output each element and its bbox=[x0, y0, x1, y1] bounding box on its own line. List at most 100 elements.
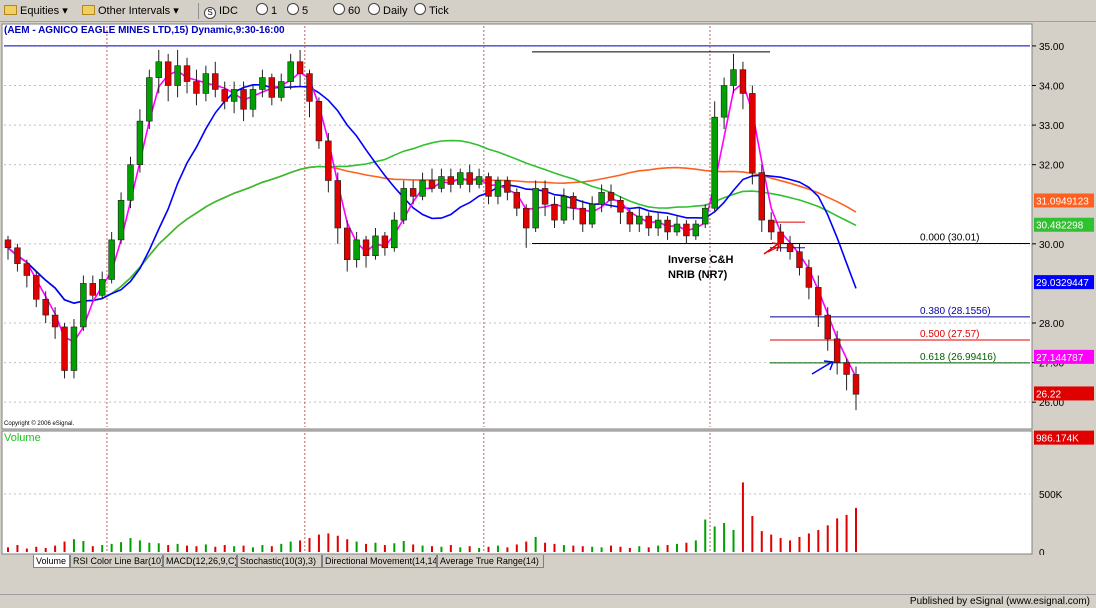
volume-bar bbox=[402, 540, 405, 552]
candle-body bbox=[70, 326, 78, 371]
volume-bar bbox=[299, 540, 302, 552]
candle-body bbox=[400, 188, 407, 221]
volume-bar bbox=[487, 546, 490, 552]
tab-average-true-range[interactable]: Average True Range(14) bbox=[437, 555, 544, 568]
candle-body bbox=[391, 219, 398, 249]
candle-body bbox=[730, 69, 737, 86]
other-intervals-menu[interactable]: Other Intervals ▾ bbox=[82, 3, 179, 19]
candle-body bbox=[362, 239, 370, 257]
volume-bar bbox=[195, 546, 198, 552]
toolbar-separator bbox=[198, 3, 199, 19]
s-icon: S bbox=[204, 7, 216, 19]
candle-body bbox=[325, 140, 332, 181]
candle-body bbox=[306, 73, 313, 102]
volume-bar bbox=[204, 544, 207, 552]
volume-bar bbox=[167, 545, 170, 552]
volume-bar bbox=[741, 482, 744, 552]
candle-body bbox=[485, 176, 492, 197]
interval-1-button[interactable]: 1 bbox=[256, 3, 277, 19]
candle-body bbox=[212, 73, 219, 90]
volume-bar bbox=[628, 547, 631, 552]
volume-bar bbox=[280, 543, 283, 552]
status-bar: Published by eSignal (www.esignal.com) bbox=[0, 594, 1096, 608]
tab-directional-movement[interactable]: Directional Movement(14,14) bbox=[322, 555, 437, 568]
candle-body bbox=[824, 314, 831, 340]
chart-area[interactable]: 0.000 (30.01) 0.380 (28.1556) 0.500 (27.57… bbox=[0, 22, 1096, 555]
indicator-tabs: Volume RSI Color Line Bar(10) MACD(12,26… bbox=[0, 555, 1096, 568]
candle-body bbox=[636, 215, 643, 225]
candle-body bbox=[249, 89, 257, 110]
candle-body bbox=[334, 180, 341, 229]
candle-body bbox=[42, 298, 49, 316]
candle-body bbox=[852, 374, 860, 395]
price-panel bbox=[1, 23, 1033, 430]
volume-bar bbox=[214, 546, 217, 552]
volume-bar bbox=[478, 547, 481, 552]
tab-rsi[interactable]: RSI Color Line Bar(10) bbox=[70, 555, 163, 568]
volume-bar bbox=[723, 523, 726, 552]
pattern-annotation: Inverse C&H bbox=[668, 254, 733, 266]
equities-menu[interactable]: Equities ▾ bbox=[4, 3, 68, 19]
volume-bar bbox=[82, 540, 85, 552]
candle-body bbox=[749, 93, 756, 173]
candle-body bbox=[61, 326, 68, 371]
candle-body bbox=[117, 199, 125, 241]
volume-bar bbox=[496, 545, 499, 552]
interval-tick-button[interactable]: Tick bbox=[414, 3, 449, 19]
toolbar: Equities ▾ Other Intervals ▾ S IDC 1 5 60… bbox=[0, 0, 1096, 22]
candle-body bbox=[193, 81, 200, 94]
price-badge-text: 29.0329447 bbox=[1036, 278, 1089, 289]
volume-bar bbox=[657, 545, 660, 552]
tab-macd[interactable]: MACD(12,26,9,C) bbox=[163, 555, 237, 568]
tab-stochastic[interactable]: Stochastic(10(3),3) bbox=[237, 555, 322, 568]
volume-bar bbox=[308, 538, 311, 552]
volume-bar bbox=[704, 519, 707, 552]
candle-body bbox=[541, 188, 549, 205]
candle-body bbox=[654, 219, 662, 229]
candle-body bbox=[287, 61, 294, 82]
candle-body bbox=[447, 176, 455, 185]
folder-icon bbox=[82, 5, 95, 15]
volume-bar bbox=[233, 546, 236, 552]
volume-bar bbox=[35, 546, 38, 552]
candle-body bbox=[475, 176, 483, 185]
volume-bar bbox=[647, 547, 650, 552]
candle-body bbox=[343, 227, 351, 260]
candle-body bbox=[532, 188, 539, 229]
clock-icon bbox=[256, 3, 268, 15]
clock-icon bbox=[333, 3, 345, 15]
candle-body bbox=[146, 77, 153, 122]
volume-label: Volume bbox=[4, 432, 41, 444]
candle-body bbox=[278, 81, 285, 98]
volume-bar bbox=[572, 545, 575, 552]
interval-daily-button[interactable]: Daily bbox=[368, 3, 407, 19]
candle-body bbox=[164, 61, 172, 86]
folder-icon bbox=[4, 5, 17, 15]
volume-bar bbox=[789, 540, 792, 552]
volume-bar bbox=[459, 547, 462, 552]
volume-bar bbox=[685, 542, 688, 552]
volume-bar bbox=[251, 547, 254, 552]
fib-label: 0.500 (27.57) bbox=[920, 329, 980, 340]
candle-body bbox=[626, 211, 634, 225]
fib-label: 0.000 (30.01) bbox=[920, 232, 980, 243]
volume-tick-label: 500K bbox=[1039, 490, 1063, 501]
volume-bar bbox=[694, 540, 697, 552]
interval-idc-button[interactable]: S IDC bbox=[204, 3, 238, 19]
volume-bar bbox=[412, 544, 415, 552]
volume-bar bbox=[779, 538, 782, 552]
clock-icon bbox=[287, 3, 299, 15]
volume-tick-label: 0 bbox=[1039, 548, 1045, 555]
volume-bar bbox=[449, 545, 452, 552]
interval-60-button[interactable]: 60 bbox=[333, 3, 360, 19]
candle-body bbox=[381, 235, 389, 249]
volume-bar bbox=[374, 542, 377, 552]
interval-5-button[interactable]: 5 bbox=[287, 3, 308, 19]
pattern-annotation: NRIB (NR7) bbox=[668, 269, 728, 281]
tab-volume[interactable]: Volume bbox=[33, 555, 70, 568]
volume-bar bbox=[223, 545, 226, 552]
volume-bar bbox=[317, 534, 320, 552]
volume-bar bbox=[129, 538, 132, 552]
candle-body bbox=[815, 287, 822, 316]
candle-body bbox=[268, 77, 276, 98]
